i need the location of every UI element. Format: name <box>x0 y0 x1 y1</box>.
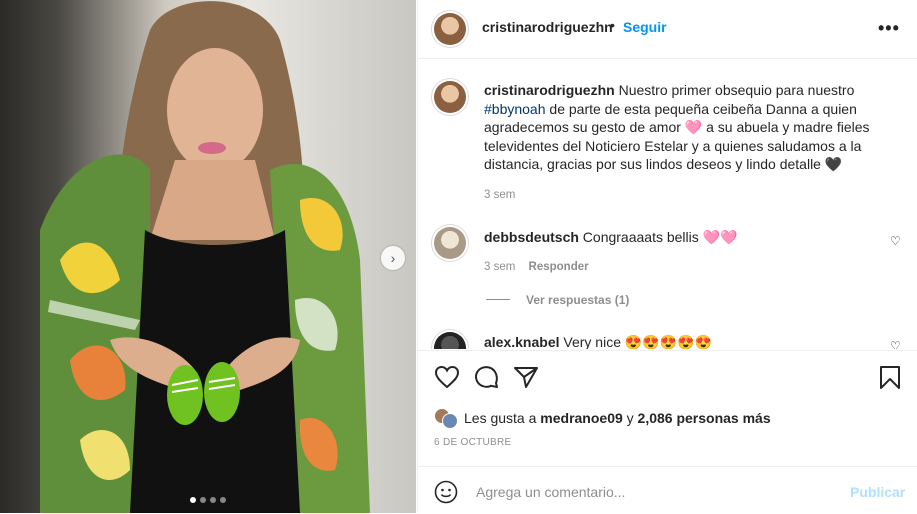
carousel-dot <box>190 497 196 503</box>
comment-item: alex.knabel Very nice 😍😍😍😍😍 <box>484 334 712 349</box>
liker-avatars <box>434 408 458 429</box>
reply-button[interactable]: Responder <box>529 261 589 273</box>
comment-composer: Publicar <box>418 466 917 514</box>
post-details-pane: cristinarodriguezhn • Seguir ••• cristin… <box>417 0 917 513</box>
header-separator: • <box>610 17 615 33</box>
comment-text: Very nice 😍😍😍😍😍 <box>563 334 713 349</box>
carousel-dot <box>200 497 206 503</box>
caption-text-before: Nuestro primer obsequio para nuestro <box>618 82 855 98</box>
author-avatar[interactable] <box>434 13 466 45</box>
carousel-dot <box>220 497 226 503</box>
post-photo[interactable]: › <box>0 0 416 513</box>
likes-prefix: Les gusta a <box>464 410 537 426</box>
emoji-icon[interactable] <box>434 480 458 509</box>
view-replies-button[interactable]: Ver respuestas (1) <box>526 293 629 307</box>
save-bookmark-icon[interactable] <box>878 365 902 394</box>
instagram-post-view: › cristinarodriguezhn • Seguir ••• crist… <box>0 0 917 513</box>
chevron-right-icon: › <box>390 250 396 266</box>
carousel-next-button[interactable]: › <box>381 246 405 270</box>
comment-avatar[interactable] <box>434 332 466 349</box>
comment-username[interactable]: debbsdeutsch <box>484 229 579 245</box>
comment-like-icon[interactable]: ♡ <box>890 234 901 248</box>
post-actions: Les gusta a medranoe09 y 2,086 personas … <box>418 350 917 467</box>
author-username[interactable]: cristinarodriguezhn <box>482 19 613 35</box>
share-send-icon[interactable] <box>513 365 539 394</box>
comment-like-icon[interactable]: ♡ <box>890 339 901 349</box>
comment-username[interactable]: alex.knabel <box>484 334 560 349</box>
caption-username[interactable]: cristinarodriguezhn <box>484 82 615 98</box>
comment-time[interactable]: 3 sem <box>484 261 515 273</box>
publish-button[interactable]: Publicar <box>850 484 905 500</box>
comments-section[interactable]: cristinarodriguezhn Nuestro primer obseq… <box>418 59 917 349</box>
post-date[interactable]: 6 DE OCTUBRE <box>434 437 512 448</box>
caption-avatar[interactable] <box>434 81 466 113</box>
post-header: cristinarodriguezhn • Seguir ••• <box>418 0 917 59</box>
comment-item: debbsdeutsch Congraaaats bellis 🩷🩷 <box>484 229 738 246</box>
like-heart-icon[interactable] <box>434 365 460 394</box>
comment-input[interactable] <box>474 477 838 507</box>
comment-text: Congraaaats bellis 🩷🩷 <box>582 229 738 245</box>
more-options-icon[interactable]: ••• <box>878 18 900 39</box>
comment-bubble-icon[interactable] <box>474 365 500 394</box>
replies-divider <box>486 299 510 300</box>
caption-hashtag[interactable]: #bbynoah <box>484 101 546 117</box>
photo-illustration <box>40 1 370 513</box>
likes-user[interactable]: medranoe09 <box>540 410 622 426</box>
caption-time[interactable]: 3 sem <box>484 189 515 201</box>
follow-button[interactable]: Seguir <box>623 19 667 35</box>
carousel-dots <box>190 497 226 503</box>
comment-avatar[interactable] <box>434 227 466 259</box>
likes-count[interactable]: 2,086 personas más <box>638 410 771 426</box>
comment-meta: 3 sem Responder <box>484 261 589 273</box>
carousel-dot <box>210 497 216 503</box>
likes-connector: y <box>626 410 634 426</box>
likes-summary[interactable]: Les gusta a medranoe09 y 2,086 personas … <box>434 408 771 429</box>
caption-text: cristinarodriguezhn Nuestro primer obseq… <box>484 81 894 174</box>
